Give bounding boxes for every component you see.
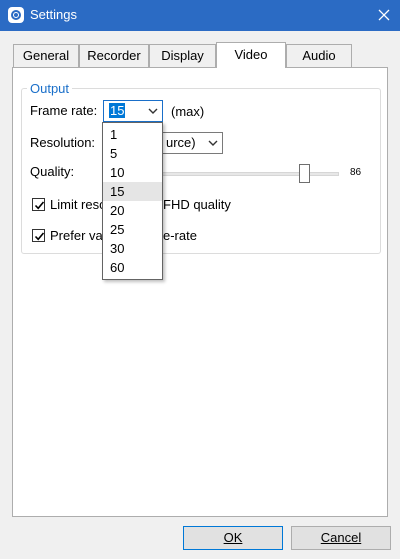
frame-rate-option-60[interactable]: 60: [103, 258, 162, 277]
frame-rate-dropdown-arrow[interactable]: [144, 101, 162, 121]
checkmark-icon: [34, 201, 45, 210]
tab-recorder[interactable]: Recorder: [79, 44, 149, 67]
frame-rate-option-20[interactable]: 20: [103, 201, 162, 220]
ok-button[interactable]: OK: [183, 526, 283, 550]
checkmark-icon: [34, 232, 45, 241]
resolution-dropdown-arrow[interactable]: [204, 133, 222, 153]
close-button[interactable]: [368, 0, 400, 31]
app-icon: [8, 7, 24, 23]
quality-label: Quality:: [30, 164, 75, 179]
frame-rate-dropdown-list: 1 5 10 15 20 25 30 60: [102, 122, 163, 280]
frame-rate-value: 15: [109, 103, 126, 118]
tab-general[interactable]: General: [13, 44, 79, 67]
limit-resolution-label-start: Limit reso: [50, 197, 107, 212]
prefer-variable-label-start: Prefer var: [50, 228, 108, 243]
frame-rate-label: Frame rate:: [30, 103, 98, 118]
tab-display[interactable]: Display: [149, 44, 216, 67]
cancel-button[interactable]: Cancel: [291, 526, 391, 550]
frame-rate-option-10[interactable]: 10: [103, 163, 162, 182]
prefer-variable-checkbox[interactable]: [32, 229, 45, 242]
frame-rate-option-15[interactable]: 15: [103, 182, 162, 201]
prefer-variable-label-end: e-rate: [163, 228, 197, 243]
frame-rate-option-1[interactable]: 1: [103, 125, 162, 144]
window-title: Settings: [30, 7, 77, 22]
limit-resolution-label-end: FHD quality: [163, 197, 231, 212]
title-bar: Settings: [0, 0, 400, 31]
output-group-legend: Output: [27, 81, 73, 96]
resolution-value: urce): [166, 135, 196, 150]
close-icon: [378, 9, 390, 21]
frame-rate-option-25[interactable]: 25: [103, 220, 162, 239]
ok-button-label: OK: [223, 530, 243, 545]
resolution-label: Resolution:: [30, 135, 96, 150]
frame-rate-option-30[interactable]: 30: [103, 239, 162, 258]
chevron-down-icon: [148, 108, 158, 114]
chevron-down-icon: [208, 140, 218, 146]
quality-value: 86: [350, 167, 362, 178]
limit-resolution-checkbox[interactable]: [32, 198, 45, 211]
frame-rate-suffix: (max): [171, 104, 205, 119]
quality-slider-thumb[interactable]: [299, 164, 310, 183]
tab-audio[interactable]: Audio: [286, 44, 352, 67]
tab-video[interactable]: Video: [216, 42, 286, 68]
cancel-button-label: Cancel: [320, 530, 362, 545]
frame-rate-option-5[interactable]: 5: [103, 144, 162, 163]
frame-rate-combobox[interactable]: 15: [103, 100, 163, 122]
